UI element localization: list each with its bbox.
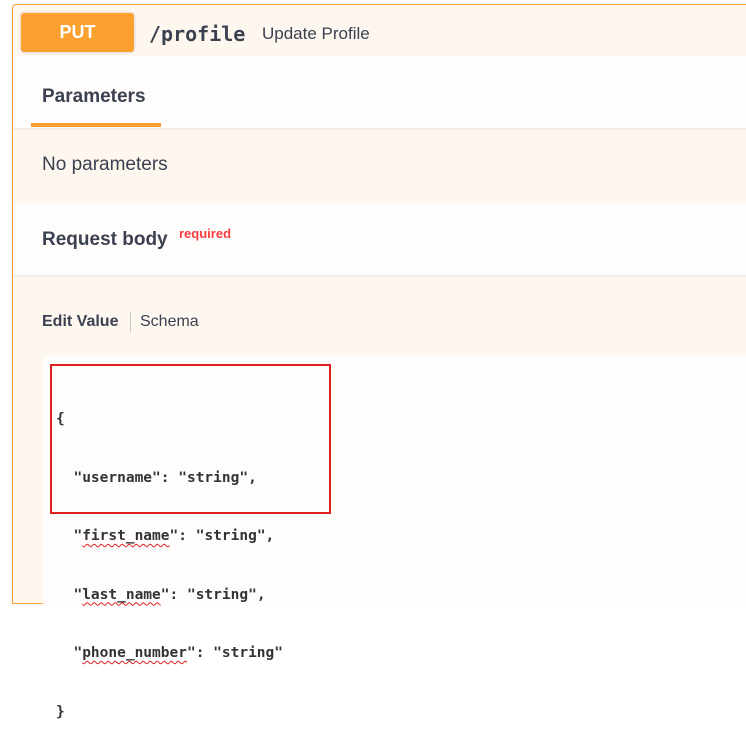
tab-edit-value[interactable]: Edit Value <box>42 313 118 331</box>
required-label: required <box>179 226 232 241</box>
json-key-misspelled: first_name <box>82 528 170 544</box>
tab-separator <box>130 312 131 332</box>
json-key-misspelled: phone_number <box>82 645 187 661</box>
code-line-open: { <box>56 411 65 427</box>
code-line: "phone_number": "string" <box>73 645 284 661</box>
code-line: "first_name": "string", <box>73 528 275 544</box>
code-line-close: } <box>56 703 65 720</box>
operation-path[interactable]: /profile <box>149 22 245 46</box>
http-method-badge[interactable]: PUT <box>21 13 134 52</box>
code-line: "last_name": "string", <box>73 586 266 603</box>
json-key: username <box>82 469 153 486</box>
tab-parameters[interactable]: Parameters <box>42 86 146 108</box>
request-body-code[interactable]: { "username": "string", "first_name": "s… <box>56 371 283 742</box>
no-parameters-text: No parameters <box>42 154 168 175</box>
operation-summary[interactable]: PUT /profile Update Profile <box>13 5 746 61</box>
tab-schema[interactable]: Schema <box>140 313 199 331</box>
code-line: "username": "string", <box>73 469 257 486</box>
request-body-title: Request body <box>42 229 168 250</box>
tab-active-indicator <box>31 123 161 127</box>
operation-description: Update Profile <box>262 24 370 43</box>
